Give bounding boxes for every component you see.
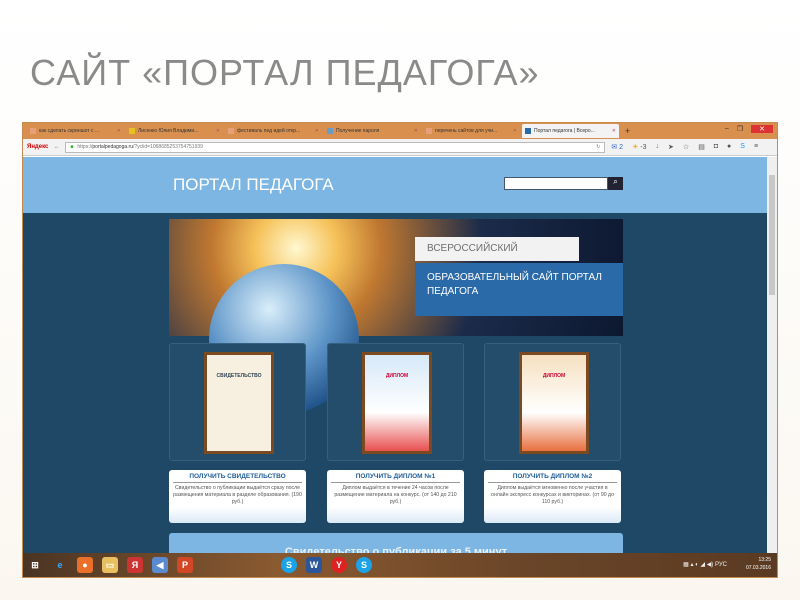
- close-tab-icon[interactable]: ✕: [315, 128, 319, 134]
- address-bar-row: Яндекс ← ■ https://portalpedagoga.ru/?yc…: [23, 139, 777, 156]
- get-certificate-card[interactable]: ПОЛУЧИТЬ СВИДЕТЕЛЬСТВО Свидетельство о пу…: [169, 470, 306, 523]
- language-indicator[interactable]: РУС: [715, 562, 727, 568]
- certificate-image-card[interactable]: СВИДЕТЕЛЬСТВО: [169, 343, 306, 461]
- scrollbar-thumb[interactable]: [769, 175, 775, 295]
- word-icon[interactable]: W: [306, 557, 322, 573]
- send-icon[interactable]: ➤: [668, 143, 674, 151]
- site-header: ПОРТАЛ ПЕДАГОГА ⌕: [23, 157, 769, 213]
- explorer-icon[interactable]: ▭: [102, 557, 118, 573]
- clock-date: 07.03.2016: [745, 565, 771, 571]
- search-button[interactable]: ⌕: [608, 177, 623, 190]
- get-diploma2-card[interactable]: ПОЛУЧИТЬ ДИПЛОМ №2 Диплом выдаётся мгнове…: [484, 470, 621, 523]
- cert-label: СВИДЕТЕЛЬСТВО: [216, 373, 262, 379]
- tab-label: фестиваль пед идей откр...: [237, 128, 301, 134]
- close-tab-icon[interactable]: ✕: [414, 128, 418, 134]
- lock-icon: ■: [70, 144, 74, 150]
- browser-tab[interactable]: перечень сайтов для учи... ✕: [423, 124, 520, 138]
- back-icon[interactable]: ←: [54, 144, 59, 150]
- browser-tab[interactable]: Получение пароля ✕: [324, 124, 421, 138]
- skype-icon[interactable]: S: [740, 143, 745, 151]
- card-description: Свидетельство о публикации выдаётся сраз…: [173, 485, 302, 505]
- browser-tab[interactable]: Лисенко Юлия Владими... ✕: [126, 124, 223, 138]
- minimize-button[interactable]: –: [725, 125, 729, 133]
- skype-icon[interactable]: S: [356, 557, 372, 573]
- hero-banner[interactable]: ВСЕРОССИЙСКИЙ ОБРАЗОВАТЕЛЬНЫЙ САЙТ ПОРТА…: [169, 219, 623, 414]
- site-title[interactable]: ПОРТАЛ ПЕДАГОГА: [173, 175, 334, 195]
- close-tab-icon[interactable]: ✕: [513, 128, 517, 134]
- get-diploma1-card[interactable]: ПОЛУЧИТЬ ДИПЛОМ №1 Диплом выдаётся в тече…: [327, 470, 464, 523]
- browser-tab[interactable]: как сделать скриншот с ... ✕: [27, 124, 124, 138]
- maximize-button[interactable]: ❐: [737, 125, 743, 133]
- url-path: /?yclid=1068685253754751939: [132, 144, 203, 150]
- new-tab-button[interactable]: +: [625, 126, 630, 136]
- card-description: Диплом выдаётся мгновенно после участия …: [491, 485, 614, 505]
- yandex-browser-icon[interactable]: Y: [331, 557, 347, 573]
- url-prefix: https://: [77, 144, 93, 150]
- search-icon: ⌕: [613, 177, 618, 186]
- browser-tab[interactable]: фестиваль пед идей откр... ✕: [225, 124, 322, 138]
- browser-tab-active[interactable]: Портал педагога | Всеро... ✕: [522, 124, 619, 138]
- diploma-image: ДИПЛОМ: [362, 352, 432, 454]
- favicon-icon: [525, 128, 531, 134]
- favicon-icon: [30, 128, 36, 134]
- cert-label: ДИПЛОМ: [542, 373, 566, 379]
- certificate-image: СВИДЕТЕЛЬСТВО: [204, 352, 274, 454]
- powerpoint-icon[interactable]: P: [177, 557, 193, 573]
- yandex-icon[interactable]: Я: [127, 557, 143, 573]
- mail-icon[interactable]: ✉ 2: [611, 143, 623, 151]
- url-input[interactable]: ■ https://portalpedagoga.ru/?yclid=10686…: [65, 141, 606, 153]
- favicon-icon: [426, 128, 432, 134]
- clipboard-icon[interactable]: ▤: [698, 143, 705, 151]
- search-input[interactable]: [504, 177, 608, 190]
- download-icon[interactable]: ↓: [656, 143, 660, 151]
- print-icon[interactable]: ●: [727, 143, 731, 151]
- tab-label: Портал педагога | Всеро...: [534, 128, 595, 134]
- ie-icon[interactable]: e: [52, 557, 68, 573]
- reload-icon[interactable]: ↻: [596, 144, 600, 150]
- slide-title: САЙТ «ПОРТАЛ ПЕДАГОГА»: [30, 52, 540, 93]
- speaker-app-icon[interactable]: ◀: [152, 557, 168, 573]
- close-tab-icon[interactable]: ✕: [117, 128, 121, 134]
- bookmark-star-icon[interactable]: ☆: [683, 143, 689, 151]
- mail-count: 2: [619, 144, 624, 151]
- clock[interactable]: 13:25 07.03.2016: [746, 556, 771, 572]
- diploma1-image-card[interactable]: ДИПЛОМ: [327, 343, 464, 461]
- weather-icon[interactable]: ☀ -3: [632, 143, 646, 151]
- tab-label: перечень сайтов для учи...: [435, 128, 498, 134]
- pocket-icon[interactable]: ◘: [714, 143, 718, 151]
- tab-label: Лисенко Юлия Владими...: [138, 128, 199, 134]
- banner-line-2: ОБРАЗОВАТЕЛЬНЫЙ САЙТ ПОРТАЛ ПЕДАГОГА: [415, 263, 623, 316]
- tab-bar: как сделать скриншот с ... ✕ Лисенко Юлия…: [23, 123, 777, 139]
- bottom-banner[interactable]: Свидетельство о публикации за 5 минут: [169, 533, 623, 555]
- yandex-logo[interactable]: Яндекс: [27, 144, 48, 150]
- get-diploma1-link[interactable]: ПОЛУЧИТЬ ДИПЛОМ №1: [331, 473, 460, 483]
- tray-icons[interactable]: ▦ ▴ ◐ ◢ ◀) РУС: [683, 561, 727, 568]
- close-window-button[interactable]: ✕: [751, 125, 773, 133]
- url-host: portalpedagoga.ru: [92, 144, 133, 150]
- banner-line-1: ВСЕРОССИЙСКИЙ: [415, 237, 579, 261]
- skype-icon[interactable]: S: [281, 557, 297, 573]
- card-description: Диплом выдаётся в течение 24 часов после…: [334, 485, 457, 505]
- tab-label: как сделать скриншот с ...: [39, 128, 99, 134]
- diploma2-image-card[interactable]: ДИПЛОМ: [484, 343, 621, 461]
- windows-taskbar: ⊞ e ● ▭ Я ◀ P S W Y S ▦ ▴ ◐ ◢ ◀) РУС 13:…: [23, 553, 777, 577]
- clock-time: 13:25: [758, 557, 771, 563]
- favicon-icon: [228, 128, 234, 134]
- start-icon[interactable]: ⊞: [27, 557, 43, 573]
- get-certificate-link[interactable]: ПОЛУЧИТЬ СВИДЕТЕЛЬСТВО: [173, 473, 302, 483]
- tab-label: Получение пароля: [336, 128, 380, 134]
- close-tab-icon[interactable]: ✕: [216, 128, 220, 134]
- favicon-icon: [327, 128, 333, 134]
- page-scrollbar[interactable]: [767, 157, 777, 555]
- favicon-icon: [129, 128, 135, 134]
- get-diploma2-link[interactable]: ПОЛУЧИТЬ ДИПЛОМ №2: [488, 473, 617, 483]
- cert-label: ДИПЛОМ: [385, 373, 409, 379]
- firefox-icon[interactable]: ●: [77, 557, 93, 573]
- menu-icon[interactable]: ≡: [754, 143, 758, 151]
- browser-screenshot: как сделать скриншот с ... ✕ Лисенко Юлия…: [22, 122, 778, 578]
- close-tab-icon[interactable]: ✕: [612, 128, 616, 134]
- web-page: ПОРТАЛ ПЕДАГОГА ⌕ ВСЕРОССИЙСКИЙ ОБРАЗОВА…: [23, 157, 769, 555]
- weather-temp: -3: [640, 144, 647, 151]
- diploma-image: ДИПЛОМ: [519, 352, 589, 454]
